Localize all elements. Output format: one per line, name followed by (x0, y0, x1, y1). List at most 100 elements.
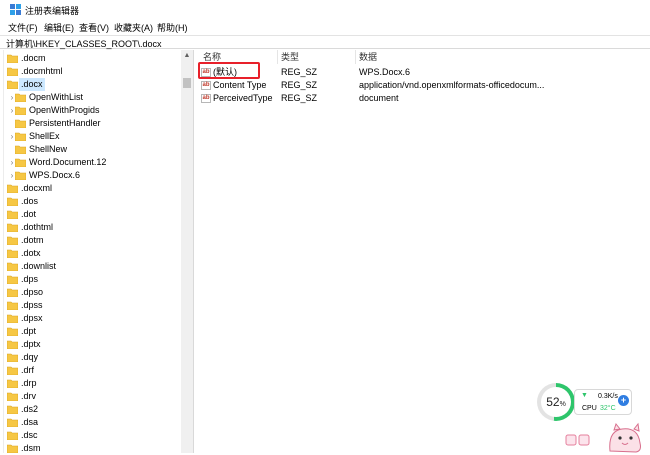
folder-icon (7, 288, 18, 297)
tree-item[interactable]: .ds2 (0, 403, 181, 416)
scroll-thumb[interactable] (183, 78, 191, 88)
tree-item[interactable]: .dot (0, 208, 181, 221)
folder-icon (7, 236, 18, 245)
tree-item[interactable]: .dpss (0, 299, 181, 312)
tree-item[interactable]: .drf (0, 364, 181, 377)
title-bar: 注册表编辑器 (0, 0, 650, 20)
tree-item[interactable]: PersistentHandler (0, 117, 181, 130)
folder-icon (15, 145, 26, 154)
folder-icon (7, 327, 18, 336)
tree-item[interactable]: .docx (0, 78, 181, 91)
folder-icon (7, 262, 18, 271)
value-type: REG_SZ (281, 93, 318, 103)
tree-item[interactable]: .dpt (0, 325, 181, 338)
tree-item[interactable]: › OpenWithProgids (0, 104, 181, 117)
folder-icon (15, 106, 26, 115)
tree-item[interactable]: .dsa (0, 416, 181, 429)
tree-item[interactable]: › OpenWithList (0, 91, 181, 104)
tree-item-label: WPS.Docx.6 (29, 170, 81, 180)
value-row-perceived-type[interactable]: ab PerceivedType REG_SZ document (197, 92, 650, 105)
folder-icon (15, 158, 26, 167)
tree-item[interactable]: .dothtml (0, 221, 181, 234)
folder-icon (7, 418, 18, 427)
menu-file[interactable]: 文件(F) (8, 21, 38, 34)
menu-view[interactable]: 查看(V) (79, 21, 109, 34)
menu-bar: 文件(F) 编辑(E) 查看(V) 收藏夹(A) 帮助(H) (0, 20, 650, 34)
folder-icon (15, 93, 26, 102)
key-tree: .docm .docmhtml .docx › OpenWithList › OpenWit… (0, 50, 194, 453)
system-monitor-widget[interactable]: 52% ▼ 0.3K/s CPU 32°C + (536, 377, 650, 453)
folder-icon (7, 353, 18, 362)
address-bar[interactable]: 计算机\HKEY_CLASSES_ROOT\.docx (0, 35, 650, 49)
tree-item-label: .docxml (21, 183, 53, 193)
tree-item[interactable]: .docmhtml (0, 65, 181, 78)
tree-item[interactable]: .dos (0, 195, 181, 208)
mascot-icon (558, 421, 650, 453)
value-row-default[interactable]: ab (默认) REG_SZ WPS.Docx.6 (197, 66, 650, 79)
menu-edit[interactable]: 编辑(E) (44, 21, 74, 34)
menu-help[interactable]: 帮助(H) (157, 21, 188, 34)
regedit-app-icon (10, 4, 21, 15)
folder-icon (7, 392, 18, 401)
tree-item[interactable]: .docxml (0, 182, 181, 195)
tree-item[interactable]: › WPS.Docx.6 (0, 169, 181, 182)
tree-item[interactable]: .dsm (0, 442, 181, 453)
tree-item[interactable]: › Word.Document.12 (0, 156, 181, 169)
tree-item-label: .dsm (21, 443, 41, 453)
tree-item[interactable]: .dpso (0, 286, 181, 299)
cpu-percent: 52 (546, 395, 560, 409)
folder-icon (7, 301, 18, 310)
folder-icon (15, 132, 26, 141)
tree-item-label: .dos (21, 196, 39, 206)
tree-item[interactable]: .drp (0, 377, 181, 390)
tree-item[interactable]: .dotx (0, 247, 181, 260)
column-type-header[interactable]: 类型 (281, 51, 299, 63)
window-title: 注册表编辑器 (25, 6, 80, 16)
tree-item-label: .dpso (21, 287, 44, 297)
tree-item[interactable]: .dsc (0, 429, 181, 442)
string-value-icon: ab (201, 94, 211, 103)
tree-item-label: .docmhtml (21, 66, 63, 76)
scroll-up-arrow-icon[interactable]: ▲ (181, 50, 193, 62)
tree-item-label: .docm (21, 53, 46, 63)
folder-icon (7, 275, 18, 284)
add-button[interactable]: + (618, 395, 629, 406)
address-path[interactable]: 计算机\HKEY_CLASSES_ROOT\.docx (6, 37, 162, 50)
cpu-label: CPU (582, 405, 597, 412)
value-name: PerceivedType (213, 93, 273, 103)
tree-item[interactable]: .dptx (0, 338, 181, 351)
folder-icon (7, 379, 18, 388)
network-speed: 0.3K/s (598, 393, 618, 400)
tree-item-label: .dotx (21, 248, 41, 258)
string-value-icon: ab (201, 81, 211, 90)
highlight-annotation (198, 62, 260, 79)
tree-item[interactable]: .dps (0, 273, 181, 286)
tree-item[interactable]: .downlist (0, 260, 181, 273)
tree-item[interactable]: .dqy (0, 351, 181, 364)
tree-scrollbar[interactable]: ▲ (181, 50, 193, 453)
tree-item-label: .dpsx (21, 313, 43, 323)
column-data-header[interactable]: 数据 (359, 51, 377, 63)
tree-item[interactable]: .dpsx (0, 312, 181, 325)
tree-item-label: OpenWithList (29, 92, 84, 102)
tree-item[interactable]: .dotm (0, 234, 181, 247)
value-row-content-type[interactable]: ab Content Type REG_SZ application/vnd.o… (197, 79, 650, 92)
tree-item-label: .dpss (21, 300, 43, 310)
tree-item-label: .dpt (21, 326, 37, 336)
tree-item[interactable]: ShellNew (0, 143, 181, 156)
tree-item[interactable]: .docm (0, 52, 181, 65)
tree-item[interactable]: › ShellEx (0, 130, 181, 143)
value-type: REG_SZ (281, 80, 318, 90)
column-divider[interactable] (277, 50, 278, 64)
tree-item-label: .ds2 (21, 404, 39, 414)
folder-icon (7, 67, 18, 76)
tree-item-label: .drf (21, 365, 35, 375)
tree-item-label: .downlist (21, 261, 57, 271)
value-type: REG_SZ (281, 67, 318, 77)
folder-icon (15, 119, 26, 128)
tree-item[interactable]: .drv (0, 390, 181, 403)
menu-favorites[interactable]: 收藏夹(A) (114, 21, 153, 34)
cpu-percent-sign: % (559, 401, 566, 408)
folder-icon (7, 340, 18, 349)
column-divider[interactable] (355, 50, 356, 64)
